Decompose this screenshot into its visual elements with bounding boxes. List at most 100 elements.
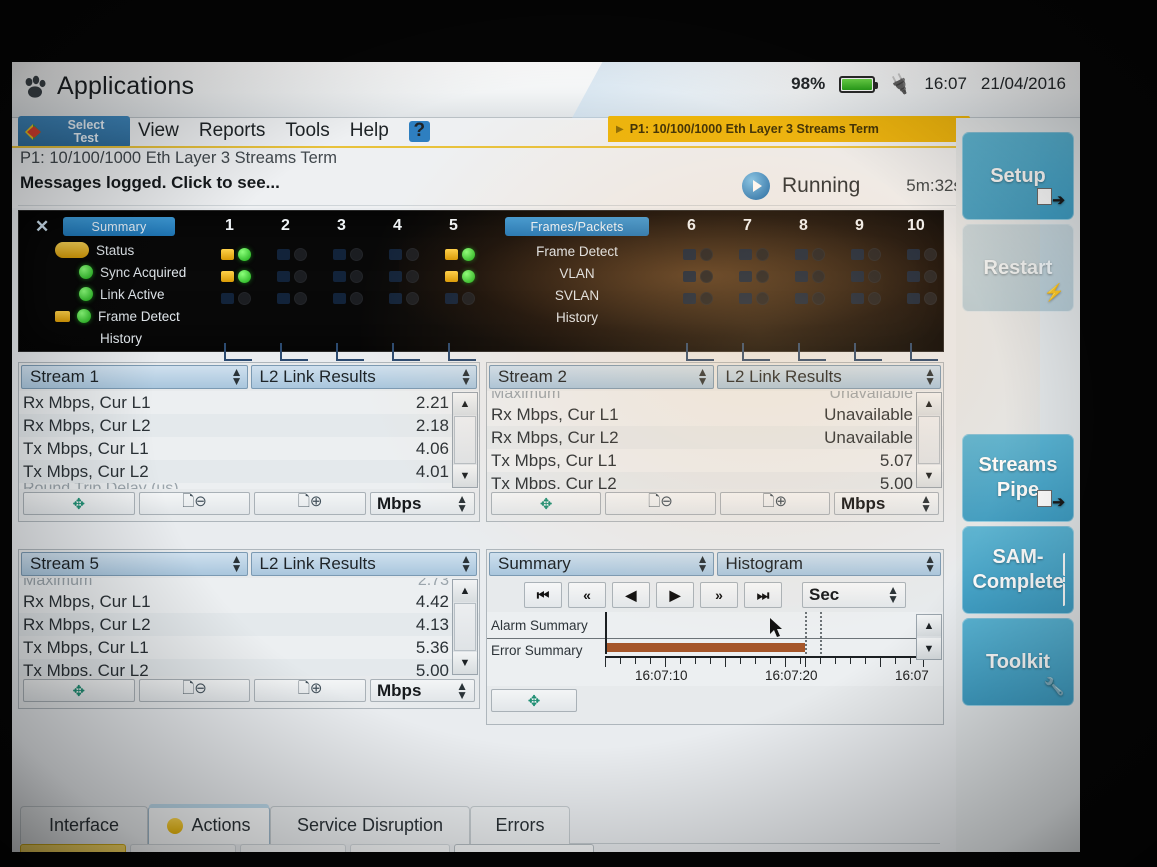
scroll-up-button[interactable]: ▲	[453, 393, 477, 415]
llb-button[interactable]: LLB	[350, 844, 450, 852]
table-row-clipped[interactable]: Maximum 2.73	[19, 578, 479, 590]
scroll-down-button[interactable]: ▼	[917, 638, 941, 659]
led-column-10[interactable]	[907, 243, 955, 361]
pane5-add-column-button[interactable]: 🗋⊕	[254, 679, 367, 702]
histogram-scrollbar[interactable]: ▲ ▼	[916, 614, 942, 660]
tab-service-disruption[interactable]: Service Disruption	[270, 806, 470, 844]
table-row-clipped[interactable]: Round Trip Delay (us)	[19, 483, 479, 489]
led-column-2-row-3	[277, 287, 325, 309]
sidebar-item-restart[interactable]: Restart ⚡	[962, 224, 1074, 312]
frames-packets-group-button[interactable]: Frames/Packets	[505, 217, 649, 236]
pane1-unit-select[interactable]: Mbps ▲ ▼	[370, 492, 476, 515]
scroll-thumb[interactable]	[918, 416, 940, 464]
nav-rewind-button[interactable]: «	[568, 582, 606, 608]
pane2-add-column-button[interactable]: 🗋⊕	[719, 492, 830, 515]
pane2-scrollbar[interactable]: ▲ ▼	[916, 392, 942, 488]
nav-prev-button[interactable]: ◀	[612, 582, 650, 608]
pane1-add-column-button[interactable]: 🗋⊕	[254, 492, 367, 515]
scroll-up-button[interactable]: ▲	[917, 393, 941, 415]
menu-item-help[interactable]: Help	[350, 120, 389, 142]
table-row[interactable]: Tx Mbps, Cur L1 4.06	[19, 437, 479, 460]
led-column-3[interactable]	[333, 243, 381, 361]
test-tab-strip[interactable]: ▶ P1: 10/100/1000 Eth Layer 3 Streams Te…	[608, 116, 970, 142]
chart-category-alarm: Alarm Summary	[491, 618, 588, 633]
led-column-4[interactable]	[389, 243, 437, 361]
pane5-move-button[interactable]: ✥	[23, 679, 135, 702]
led-circle-icon	[350, 247, 363, 261]
table-row[interactable]: Rx Mbps, Cur L1 Unavailable	[487, 403, 943, 426]
led-column-2[interactable]	[277, 243, 325, 361]
frame-detect-lamp	[77, 309, 91, 323]
scroll-thumb[interactable]	[454, 603, 476, 651]
led-column-7[interactable]	[739, 243, 787, 361]
sidebar-item-sam-complete[interactable]: SAM- Complete	[962, 526, 1074, 614]
summary-move-button[interactable]: ✥	[491, 689, 577, 712]
pane2-unit-select[interactable]: Mbps ▲ ▼	[833, 492, 939, 515]
scroll-up-button[interactable]: ▲	[917, 615, 941, 636]
summary-select[interactable]: Summary ▲ ▼	[489, 552, 714, 576]
led-column-1[interactable]	[221, 243, 269, 361]
histogram-chart[interactable]: Alarm Summary Error Summary 16:07:10 16:…	[487, 612, 943, 686]
led-column-5[interactable]	[445, 243, 493, 361]
pane5-unit-select[interactable]: Mbps ▲ ▼	[370, 679, 476, 702]
pane1-move-button[interactable]: ✥	[23, 492, 135, 515]
stream-select-5[interactable]: Stream 5 ▲ ▼	[21, 552, 248, 576]
table-row-clipped[interactable]: Maximum Unavailable	[487, 391, 943, 403]
led-column-8[interactable]	[795, 243, 843, 361]
row-value: 4.13	[415, 614, 449, 634]
tab-actions[interactable]: Actions	[148, 804, 270, 844]
pane5-scrollbar[interactable]: ▲ ▼	[452, 579, 478, 675]
scroll-down-button[interactable]: ▼	[917, 465, 941, 487]
result-select-1[interactable]: L2 Link Results ▲ ▼	[250, 365, 477, 389]
table-row[interactable]: Rx Mbps, Cur L2 2.18	[19, 414, 479, 437]
table-row[interactable]: Rx Mbps, Cur L1 2.21	[19, 391, 479, 414]
result-select-2-value: L2 Link Results	[725, 367, 842, 386]
pane2-remove-column-button[interactable]: 🗋⊖	[605, 492, 716, 515]
result-select-5[interactable]: L2 Link Results ▲ ▼	[250, 552, 477, 576]
pane2-move-button[interactable]: ✥	[491, 492, 602, 515]
table-row[interactable]: Rx Mbps, Cur L2 4.13	[19, 613, 479, 636]
nav-forward-button[interactable]: »	[700, 582, 738, 608]
stream-select-2[interactable]: Stream 2 ▲ ▼	[489, 365, 714, 389]
pane1-scrollbar[interactable]: ▲ ▼	[452, 392, 478, 488]
scroll-down-button[interactable]: ▼	[453, 652, 477, 674]
table-row[interactable]: Tx Mbps, Cur L1 5.36	[19, 636, 479, 659]
close-icon[interactable]: ✕	[35, 217, 49, 237]
menu-item-reports[interactable]: Reports	[199, 120, 266, 142]
interval-unit-select[interactable]: Sec ▲ ▼	[802, 582, 906, 608]
traffic-started-button[interactable]: Traffic Started	[20, 844, 126, 852]
table-row[interactable]: Tx Mbps, Cur L1 5.07	[487, 449, 943, 472]
led-column-6[interactable]	[683, 243, 731, 361]
pane1-remove-column-button[interactable]: 🗋⊖	[138, 492, 251, 515]
summary-group-button[interactable]: Summary	[63, 217, 175, 236]
result-select-2[interactable]: L2 Link Results ▲ ▼	[716, 365, 941, 389]
loop-down-button[interactable]: Loop Down	[240, 844, 346, 852]
scroll-up-button[interactable]: ▲	[453, 580, 477, 602]
sidebar-item-toolkit[interactable]: Toolkit 🔧	[962, 618, 1074, 706]
histogram-select[interactable]: Histogram ▲ ▼	[716, 552, 941, 576]
nav-first-button[interactable]: ⏮	[524, 582, 562, 608]
nav-last-button[interactable]: ⏭	[744, 582, 782, 608]
table-row[interactable]: Tx Mbps, Cur L2 5.00	[487, 472, 943, 489]
table-row[interactable]: Rx Mbps, Cur L1 4.42	[19, 590, 479, 613]
select-test-button[interactable]: Select Test	[18, 116, 130, 148]
led-column-9[interactable]	[851, 243, 899, 361]
loop-up-button[interactable]: Loop Up	[130, 844, 236, 852]
scroll-down-button[interactable]: ▼	[453, 465, 477, 487]
menu-item-view[interactable]: View	[138, 120, 179, 142]
tab-interface[interactable]: Interface	[20, 806, 148, 844]
pause-frame-insert-button[interactable]: Pause Frame Insert	[454, 844, 594, 852]
help-icon[interactable]: ?	[408, 120, 430, 142]
menu-item-tools[interactable]: Tools	[285, 120, 329, 142]
scroll-thumb[interactable]	[454, 416, 476, 464]
row-label: Rx Mbps, Cur L2	[23, 614, 151, 634]
table-row[interactable]: Rx Mbps, Cur L2 Unavailable	[487, 426, 943, 449]
table-row[interactable]: Tx Mbps, Cur L2 4.01	[19, 460, 479, 483]
sidebar-item-streams-pipe[interactable]: Streams Pipe ➔	[962, 434, 1074, 522]
stream-select-1[interactable]: Stream 1 ▲ ▼	[21, 365, 248, 389]
sidebar-item-setup[interactable]: Setup ➔	[962, 132, 1074, 220]
pane5-remove-column-button[interactable]: 🗋⊖	[138, 679, 251, 702]
nav-next-button[interactable]: ▶	[656, 582, 694, 608]
tab-errors[interactable]: Errors	[470, 806, 570, 844]
table-row[interactable]: Tx Mbps, Cur L2 5.00	[19, 659, 479, 676]
